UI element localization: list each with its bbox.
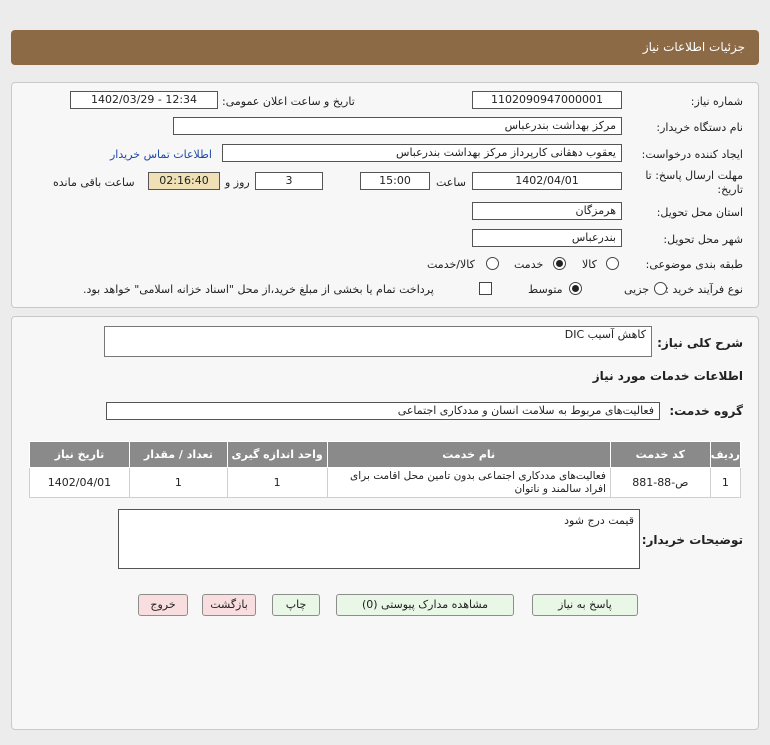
announce-date-field: 1402/03/29 - 12:34 — [70, 91, 218, 109]
requester-field: یعقوب دهقانی کارپرداز مرکز بهداشت بندرعب… — [222, 144, 622, 162]
category-label: طبقه بندی موضوعی: — [645, 258, 743, 271]
category-radio-goods[interactable] — [606, 257, 619, 270]
process-option-minor: جزیی — [624, 283, 650, 296]
treasury-payment-text: پرداخت تمام یا بخشی از مبلغ خرید،از محل … — [83, 283, 434, 296]
table-header-row: ردیف کد خدمت نام خدمت واحد اندازه گیری ت… — [29, 441, 742, 468]
process-radio-minor[interactable] — [654, 282, 667, 295]
exit-button[interactable]: خروج — [138, 594, 188, 616]
city-label: شهر محل تحویل: — [663, 233, 743, 246]
process-radio-medium[interactable] — [569, 282, 582, 295]
summary-field: کاهش آسیب DIC — [104, 326, 652, 357]
view-documents-button[interactable]: مشاهده مدارک پیوستی (0) — [336, 594, 514, 616]
deadline-label-date: تاریخ: — [717, 183, 743, 196]
buyer-org-field: مرکز بهداشت بندرعباس — [173, 117, 622, 135]
days-remaining-field: 3 — [255, 172, 323, 190]
service-group-label: گروه خدمت: — [669, 404, 743, 418]
need-number-field: 1102090947000001 — [472, 91, 622, 109]
table-row: 1 ص-88-881 فعالیت‌های مددکاری اجتماعی بد… — [29, 467, 742, 498]
buyer-contact-link[interactable]: اطلاعات تماس خریدار — [110, 148, 212, 161]
days-label: روز و — [225, 176, 250, 189]
header-row-number: ردیف — [709, 441, 742, 468]
announce-date-label: تاریخ و ساعت اعلان عمومی: — [222, 95, 355, 108]
summary-label: شرح کلی نیاز: — [657, 336, 743, 350]
remaining-time-field: 02:16:40 — [148, 172, 220, 190]
cell-row-number: 1 — [709, 467, 742, 498]
buyer-org-label: نام دستگاه خریدار: — [656, 121, 743, 134]
buyer-notes-label: توضیحات خریدار: — [641, 533, 743, 547]
treasury-payment-checkbox[interactable] — [479, 282, 492, 295]
category-option-goods-service: کالا/خدمت — [427, 258, 475, 271]
province-label: استان محل تحویل: — [656, 206, 743, 219]
print-button[interactable]: چاپ — [272, 594, 320, 616]
services-table: ردیف کد خدمت نام خدمت واحد اندازه گیری ت… — [29, 441, 742, 498]
cell-service-name: فعالیت‌های مددکاری اجتماعی بدون تامین مح… — [326, 467, 611, 498]
category-radio-service[interactable] — [553, 257, 566, 270]
requester-label: ایجاد کننده درخواست: — [641, 148, 743, 161]
province-field: هرمزگان — [472, 202, 622, 220]
reply-button[interactable]: پاسخ به نیاز — [532, 594, 638, 616]
process-label: نوع فرآیند خرید : — [665, 283, 743, 296]
deadline-date-field: 1402/04/01 — [472, 172, 622, 190]
cell-quantity: 1 — [128, 467, 228, 498]
remaining-time-label: ساعت باقی مانده — [53, 176, 135, 189]
cell-unit: 1 — [226, 467, 328, 498]
services-heading: اطلاعات خدمات مورد نیاز — [592, 369, 743, 383]
deadline-time-field: 15:00 — [360, 172, 430, 190]
header-need-date: تاریخ نیاز — [29, 441, 130, 468]
header-service-name: نام خدمت — [326, 441, 611, 468]
buyer-notes-field: قیمت درج شود — [118, 509, 640, 569]
header-quantity: تعداد / مقدار — [128, 441, 228, 468]
page-title: جزئیات اطلاعات نیاز — [642, 40, 745, 54]
process-option-medium: متوسط — [528, 283, 563, 296]
cell-service-code: ص-88-881 — [609, 467, 711, 498]
header-service-code: کد خدمت — [609, 441, 711, 468]
category-option-service: خدمت — [514, 258, 544, 271]
deadline-label: مهلت ارسال پاسخ: تا — [645, 169, 743, 182]
back-button[interactable]: بازگشت — [202, 594, 256, 616]
service-group-field: فعالیت‌های مربوط به سلامت انسان و مددکار… — [106, 402, 660, 420]
need-number-label: شماره نیاز: — [690, 95, 743, 108]
need-info-panel — [11, 82, 759, 308]
cell-need-date: 1402/04/01 — [29, 467, 130, 498]
category-option-goods: کالا — [582, 258, 597, 271]
header-unit: واحد اندازه گیری — [226, 441, 328, 468]
category-radio-goods-service[interactable] — [486, 257, 499, 270]
page-header: جزئیات اطلاعات نیاز — [11, 30, 759, 65]
deadline-time-label: ساعت — [436, 176, 466, 189]
city-field: بندرعباس — [472, 229, 622, 247]
